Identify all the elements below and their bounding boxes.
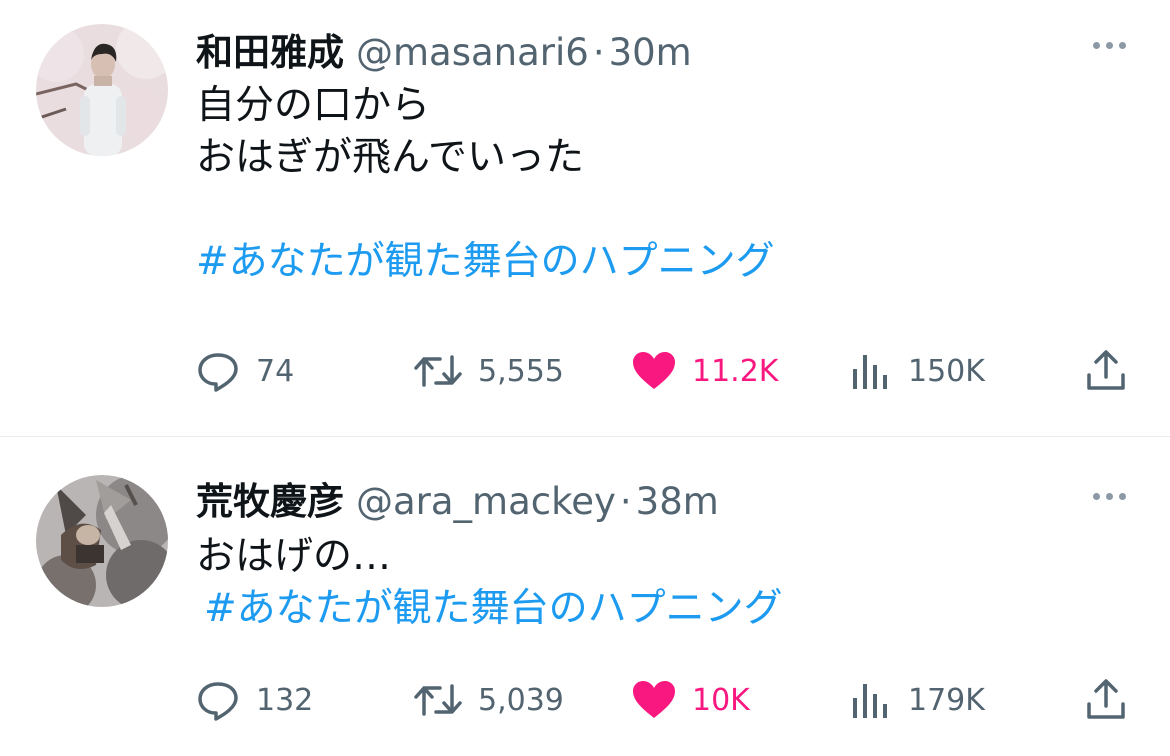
retweet-icon bbox=[414, 684, 462, 716]
tweet-header: 荒牧慶彦 @ara_mackey · 38m bbox=[196, 471, 719, 525]
retweet-button[interactable]: 5,555 bbox=[412, 347, 564, 395]
tweet-header: 和田雅成 @masanari6 · 30m bbox=[196, 22, 692, 76]
tweet[interactable]: 荒牧慶彦 @ara_mackey · 38m おはげの… #あなたが観た舞台のハ… bbox=[0, 437, 1170, 756]
more-dot bbox=[1106, 493, 1113, 500]
more-icon[interactable] bbox=[1093, 42, 1126, 49]
reply-button[interactable]: 132 bbox=[194, 676, 313, 724]
separator-dot: · bbox=[619, 480, 632, 523]
more-dot bbox=[1119, 493, 1126, 500]
retweet-button[interactable]: 5,039 bbox=[412, 676, 564, 724]
author-name[interactable]: 和田雅成 bbox=[196, 22, 344, 76]
views-count: 150K bbox=[908, 353, 985, 389]
more-dot bbox=[1093, 42, 1100, 49]
reply-icon bbox=[198, 682, 238, 721]
avatar-image bbox=[36, 475, 168, 607]
avatar[interactable] bbox=[36, 24, 168, 156]
action-bar: 74 5,555 11.2K 150K bbox=[0, 347, 1170, 395]
share-icon bbox=[1087, 350, 1125, 390]
like-icon bbox=[633, 352, 675, 389]
timestamp[interactable]: 30m bbox=[609, 31, 692, 74]
like-count: 10K bbox=[692, 682, 750, 718]
avatar-image bbox=[36, 24, 168, 156]
avatar[interactable] bbox=[36, 475, 168, 607]
like-button[interactable]: 10K bbox=[630, 676, 750, 724]
author-name[interactable]: 荒牧慶彦 bbox=[196, 471, 344, 525]
like-button[interactable]: 11.2K bbox=[630, 347, 778, 395]
more-icon[interactable] bbox=[1093, 493, 1126, 500]
tweet[interactable]: 和田雅成 @masanari6 · 30m 自分の口から おはぎが飛んでいった … bbox=[0, 0, 1170, 437]
tweet-text: 自分の口から おはぎが飛んでいった #あなたが観た舞台のハプニング bbox=[196, 80, 775, 288]
share-icon bbox=[1087, 679, 1125, 719]
reply-count: 132 bbox=[256, 682, 314, 718]
retweet-count: 5,039 bbox=[478, 682, 564, 718]
share-button[interactable] bbox=[1084, 676, 1128, 724]
retweet-icon bbox=[414, 355, 462, 387]
author-handle[interactable]: @masanari6 bbox=[356, 31, 589, 74]
reply-icon bbox=[198, 353, 238, 392]
views-count: 179K bbox=[908, 682, 985, 718]
like-count: 11.2K bbox=[692, 353, 779, 389]
tweet-text: おはげの… #あなたが観た舞台のハプニング bbox=[196, 531, 783, 635]
hashtag-link[interactable]: #あなたが観た舞台のハプニング bbox=[204, 583, 783, 635]
views-icon bbox=[853, 684, 887, 718]
tweet-text-line: 自分の口から bbox=[196, 83, 431, 128]
views-button[interactable]: 179K bbox=[850, 676, 985, 724]
more-dot bbox=[1119, 42, 1126, 49]
hashtag-link[interactable]: #あなたが観た舞台のハプニング bbox=[196, 236, 775, 288]
action-bar: 132 5,039 10K 179K bbox=[0, 676, 1170, 724]
separator-dot: · bbox=[592, 31, 605, 74]
reply-button[interactable]: 74 bbox=[194, 347, 294, 395]
timestamp[interactable]: 38m bbox=[636, 480, 719, 523]
tweet-text-line: おはげの… bbox=[196, 534, 392, 579]
author-handle[interactable]: @ara_mackey bbox=[356, 480, 616, 523]
views-button[interactable]: 150K bbox=[850, 347, 985, 395]
more-dot bbox=[1093, 493, 1100, 500]
tweet-text-line: おはぎが飛んでいった bbox=[196, 135, 585, 180]
more-dot bbox=[1106, 42, 1113, 49]
reply-count: 74 bbox=[256, 353, 295, 389]
like-icon bbox=[633, 681, 675, 718]
share-button[interactable] bbox=[1084, 347, 1128, 395]
retweet-count: 5,555 bbox=[478, 353, 564, 389]
views-icon bbox=[853, 355, 887, 389]
